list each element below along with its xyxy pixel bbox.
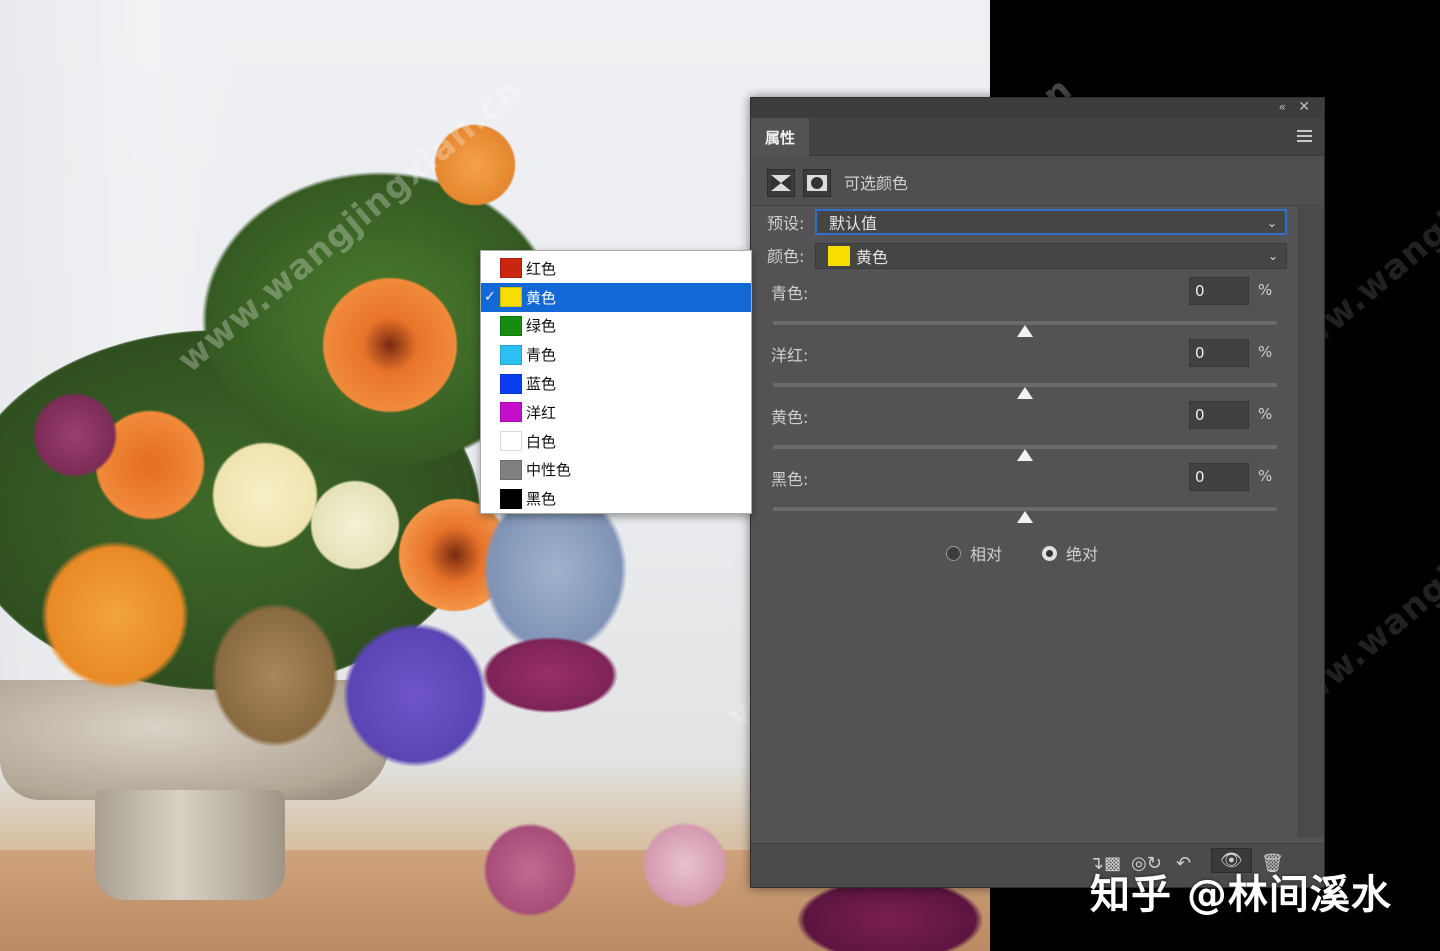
color-dropdown-menu: 红色 ✓ 黄色 绿色 青色 蓝色 洋红 白色 中性色 黑色 [480,250,752,514]
cyan-slider-thumb[interactable] [1017,325,1033,337]
tab-properties[interactable]: 属性 [751,118,809,156]
absolute-radio[interactable] [1042,545,1058,561]
color-select[interactable]: 黄色 ⌄ [815,243,1287,269]
adjustment-title: 可选颜色 [844,174,909,193]
menu-item-cyan[interactable]: 青色 [481,340,751,369]
menu-item-label: 黑色 [526,490,557,509]
flower-calla [470,630,630,720]
magenta-slider-thumb[interactable] [1017,387,1033,399]
menu-item-magenta[interactable]: 洋红 [481,398,751,427]
adjustment-layer-icon[interactable] [767,169,795,197]
magenta-swatch [500,402,522,423]
panel-titlebar: « ✕ [751,98,1324,118]
preset-select[interactable]: 默认值 ⌄ [815,209,1287,235]
cyan-swatch [500,344,522,365]
flower-orange [20,520,210,710]
black-input[interactable]: 0 [1189,463,1249,491]
relative-radio[interactable] [946,545,961,561]
collapse-icon[interactable]: « [1279,100,1286,114]
preset-label: 预设: [767,214,805,233]
percent-unit: % [1258,281,1273,299]
menu-item-label: 蓝色 [526,375,557,394]
scrollbar[interactable] [1298,207,1324,837]
panel-menu-icon[interactable] [1297,130,1312,145]
menu-item-red[interactable]: 红色 [481,254,751,283]
flower-pink [630,820,740,910]
menu-item-yellow[interactable]: ✓ 黄色 [481,282,751,312]
cyan-label: 青色: [771,284,809,303]
preset-value: 默认值 [829,214,878,233]
menu-item-label: 青色 [526,346,557,365]
adjustment-header: 可选颜色 [751,156,1324,206]
color-value: 黄色 [856,248,889,267]
cyan-input[interactable]: 0 [1189,277,1249,305]
menu-item-green[interactable]: 绿色 [481,312,751,341]
yellow-label: 黄色: [771,408,809,427]
menu-item-black[interactable]: 黑色 [481,484,751,513]
percent-unit: % [1258,405,1273,423]
yellow-input[interactable]: 0 [1189,401,1249,429]
menu-item-label: 白色 [526,432,557,451]
flower-pink [470,820,590,920]
close-icon[interactable]: ✕ [1298,99,1310,115]
chevron-down-icon: ⌄ [1266,216,1277,230]
relative-label[interactable]: 相对 [970,541,1002,565]
neutral-swatch [500,459,522,480]
magenta-input[interactable]: 0 [1189,339,1249,367]
chevron-down-icon: ⌄ [1267,249,1278,263]
yellow-swatch [500,287,522,308]
flower-cream [300,470,410,580]
percent-unit: % [1258,343,1273,361]
flower-orange [310,270,470,420]
magenta-label: 洋红: [771,346,809,365]
black-label: 黑色: [771,470,809,489]
menu-item-neutral[interactable]: 中性色 [481,456,751,485]
properties-panel: « ✕ 属性 可选颜色 预设: 默认值 ⌄ 颜色: 黄色 ⌄ 青色: 0 % 洋… [750,97,1325,888]
layer-mask-icon[interactable] [803,169,831,197]
author-credit: 知乎 @林间溪水 [1090,872,1392,918]
yellow-slider-thumb[interactable] [1017,449,1033,461]
blue-swatch [500,373,522,394]
vase-foot [95,790,285,900]
panel-tabbar: 属性 [751,118,1324,156]
red-swatch [500,258,522,279]
menu-item-label: 绿色 [526,317,557,336]
menu-item-label: 洋红 [526,403,557,422]
white-swatch [500,431,522,452]
black-slider-thumb[interactable] [1017,511,1033,523]
color-label: 颜色: [767,247,805,266]
flower-purple [20,390,130,480]
flower-hyacinth [330,610,500,780]
adjustment-content: 预设: 默认值 ⌄ 颜色: 黄色 ⌄ 青色: 0 % 洋红: 0 % 黄色: 0… [751,207,1296,827]
percent-unit: % [1258,467,1273,485]
menu-item-white[interactable]: 白色 [481,427,751,456]
menu-item-blue[interactable]: 蓝色 [481,369,751,398]
method-radio-group: 相对 绝对 [946,541,1098,565]
black-swatch [500,488,522,509]
color-swatch [828,246,850,266]
menu-item-label: 中性色 [526,461,572,480]
menu-item-label: 红色 [526,259,557,278]
leaf-brown [200,590,350,760]
absolute-label[interactable]: 绝对 [1066,541,1098,565]
check-icon: ✓ [484,289,496,306]
green-swatch [500,315,522,336]
menu-item-label: 黄色 [526,288,557,307]
